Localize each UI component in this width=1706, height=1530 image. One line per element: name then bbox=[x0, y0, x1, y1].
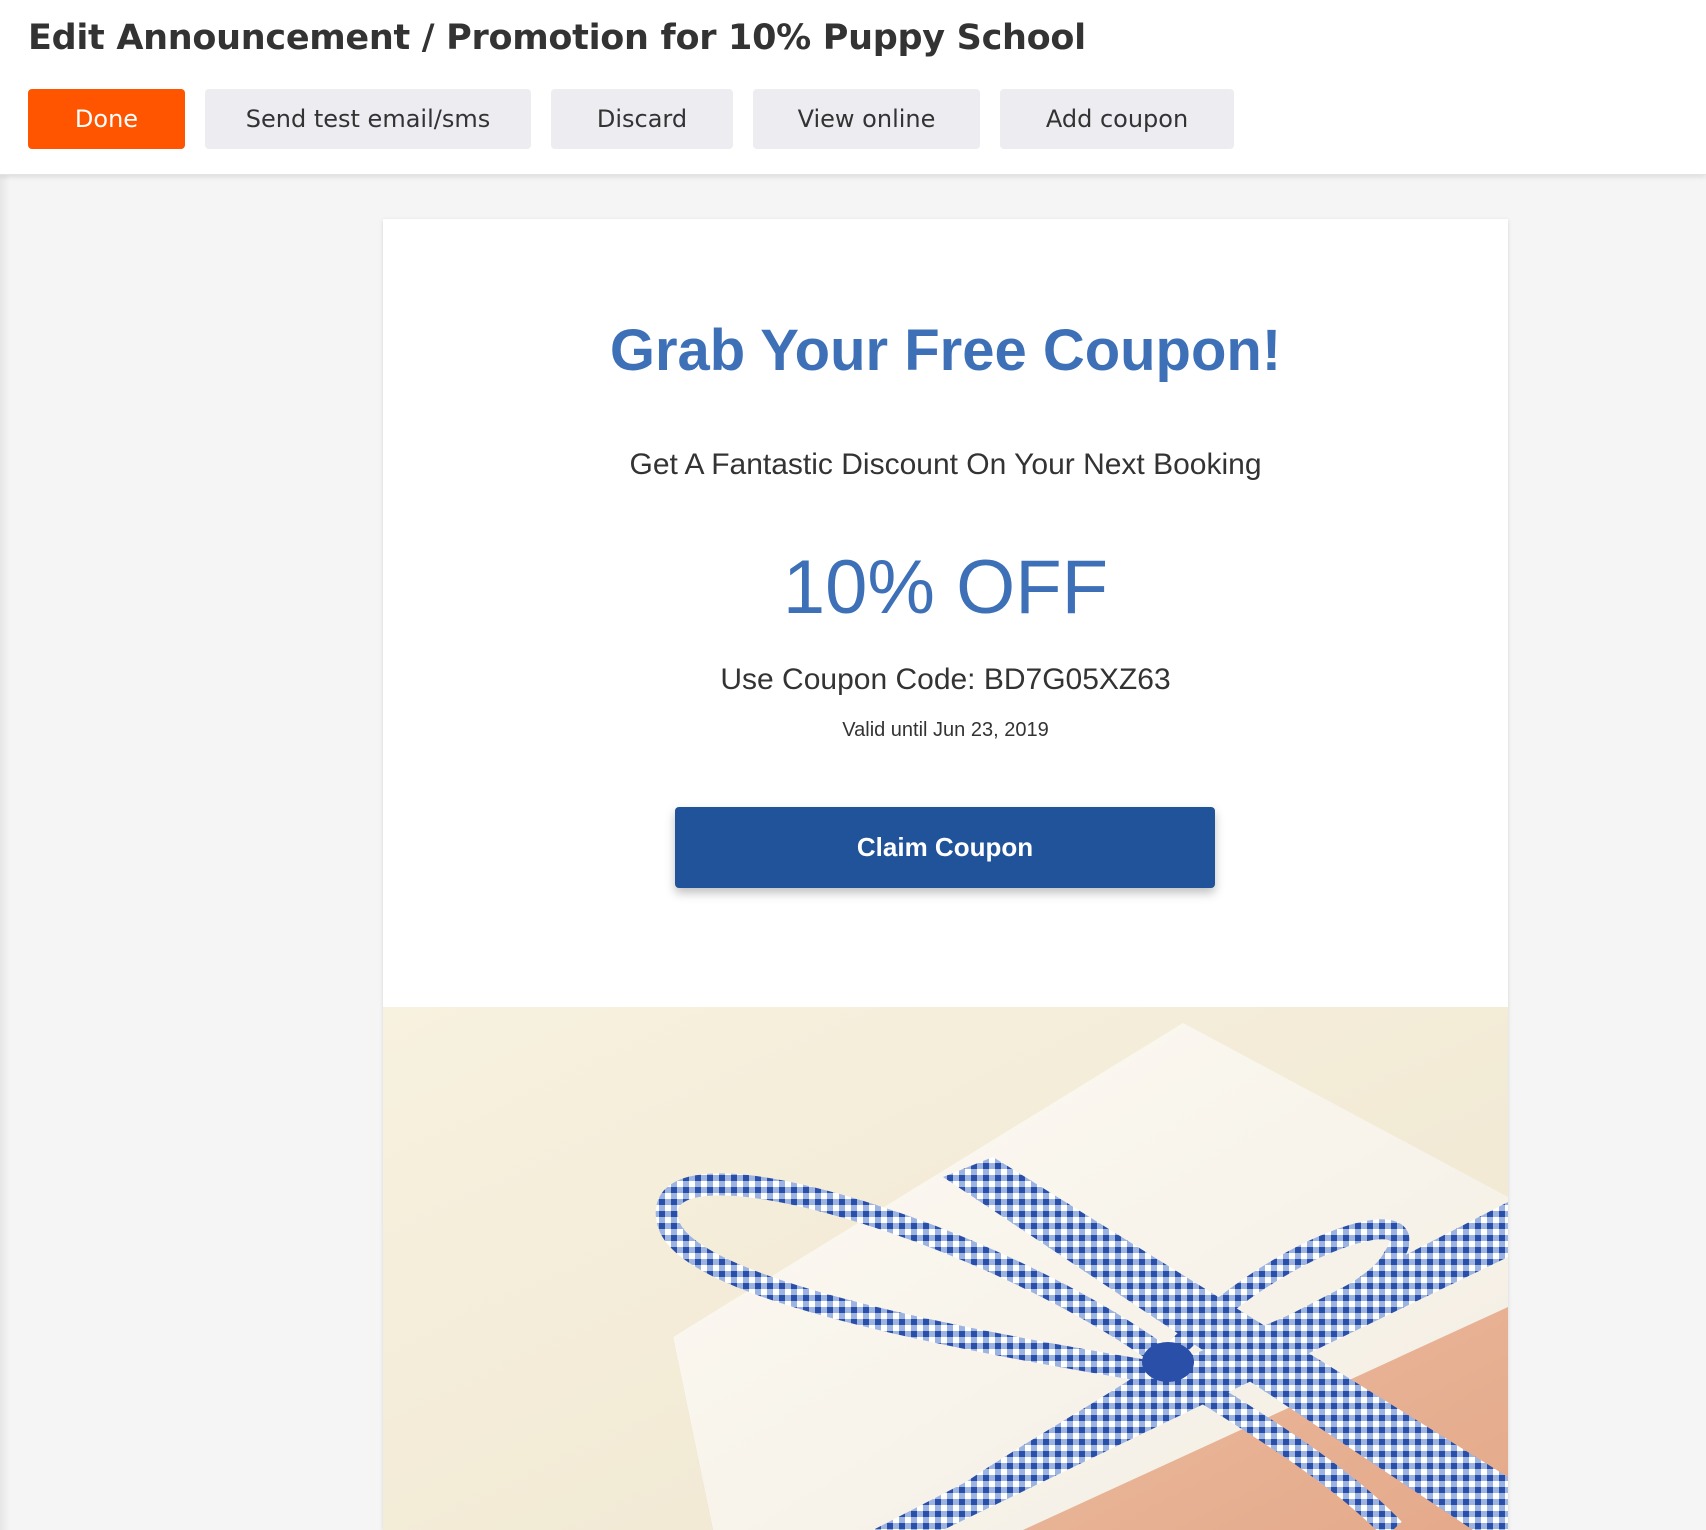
email-subheadline[interactable]: Get A Fantastic Discount On Your Next Bo… bbox=[383, 448, 1508, 482]
add-coupon-button[interactable]: Add coupon bbox=[1000, 89, 1234, 149]
page-title: Edit Announcement / Promotion for 10% Pu… bbox=[28, 18, 1086, 58]
view-online-button[interactable]: View online bbox=[753, 89, 980, 149]
coupon-code[interactable]: Use Coupon Code: BD7G05XZ63 bbox=[383, 663, 1508, 697]
email-preview: Grab Your Free Coupon! Get A Fantastic D… bbox=[383, 219, 1508, 1530]
discard-button[interactable]: Discard bbox=[551, 89, 733, 149]
claim-coupon-button[interactable]: Claim Coupon bbox=[675, 807, 1215, 888]
done-button[interactable]: Done bbox=[28, 89, 185, 149]
editor-header: Edit Announcement / Promotion for 10% Pu… bbox=[0, 0, 1706, 175]
send-test-button[interactable]: Send test email/sms bbox=[205, 89, 531, 149]
gift-box-illustration bbox=[383, 1007, 1508, 1530]
gift-box-image[interactable] bbox=[383, 1007, 1508, 1530]
discount-amount[interactable]: 10% OFF bbox=[383, 544, 1508, 631]
email-headline[interactable]: Grab Your Free Coupon! bbox=[383, 317, 1508, 384]
valid-until[interactable]: Valid until Jun 23, 2019 bbox=[383, 719, 1508, 742]
page-gutter bbox=[0, 175, 10, 1530]
